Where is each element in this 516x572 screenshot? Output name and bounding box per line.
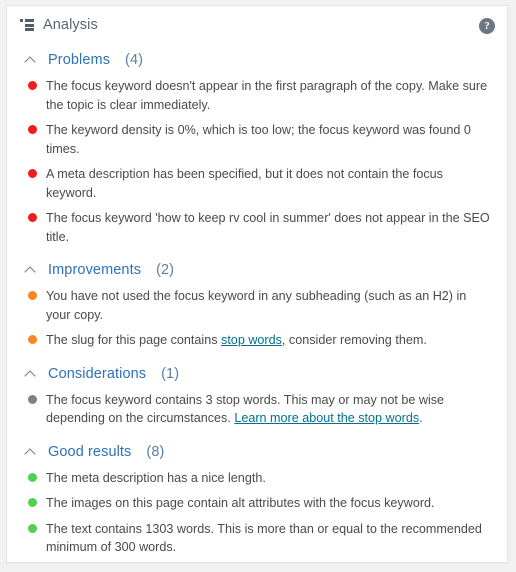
- list-item: A meta description has been specified, b…: [23, 162, 491, 206]
- chevron-up-icon[interactable]: [25, 54, 37, 66]
- list-item-text: You have not used the focus keyword in a…: [46, 289, 467, 322]
- status-bullet-icon: [28, 81, 37, 90]
- status-bullet-icon: [28, 169, 37, 178]
- section-header-good-results[interactable]: Good results (8): [23, 436, 491, 466]
- analysis-sections: Problems (4) The focus keyword doesn't app…: [7, 44, 507, 563]
- section-problems: Problems (4) The focus keyword doesn't app…: [23, 44, 491, 254]
- list-item: The keyword density is 0%, which is too …: [23, 118, 491, 162]
- page-title: Analysis: [43, 17, 98, 33]
- analysis-panel: Analysis ? Problems (4) The focus keyword …: [6, 5, 508, 563]
- section-count: (8): [146, 443, 165, 460]
- list-item: The meta description has a nice length.: [23, 466, 491, 492]
- section-title: Good results: [48, 443, 132, 460]
- panel-header-left: Analysis: [20, 17, 98, 33]
- section-title: Problems: [48, 52, 111, 68]
- section-list-considerations: The focus keyword contains 3 stop words.…: [23, 388, 491, 436]
- list-item: The images on this page contain alt attr…: [23, 491, 491, 517]
- chevron-up-icon[interactable]: [25, 368, 37, 380]
- section-count: (4): [125, 52, 144, 68]
- help-circle-icon[interactable]: ?: [479, 18, 495, 34]
- inline-link[interactable]: Learn more about the stop words: [234, 411, 419, 425]
- list-item: You have not used the focus keyword in a…: [23, 284, 491, 328]
- section-title: Considerations: [48, 365, 147, 382]
- section-list-improvements: You have not used the focus keyword in a…: [23, 284, 491, 358]
- section-title: Improvements: [48, 262, 142, 278]
- status-bullet-icon: [28, 498, 37, 507]
- list-item-text: The meta description has a nice length.: [46, 470, 266, 485]
- section-header-problems[interactable]: Problems (4): [23, 44, 491, 74]
- section-header-considerations[interactable]: Considerations (1): [23, 358, 491, 388]
- list-item: The text contains 1303 words. This is mo…: [23, 517, 491, 561]
- list-item-text: The focus keyword contains 3 stop words.…: [46, 391, 491, 428]
- section-count: (2): [156, 262, 175, 278]
- list-item: The focus keyword contains 3 stop words.…: [23, 388, 491, 432]
- list-item: This page has 1 nofollowed outbound link…: [23, 561, 491, 563]
- list-item-text: The focus keyword doesn't appear in the …: [46, 79, 488, 112]
- list-item-text-after: .: [419, 411, 423, 425]
- chevron-up-icon[interactable]: [25, 264, 37, 276]
- status-bullet-icon: [28, 291, 37, 300]
- status-bullet-icon: [28, 125, 37, 134]
- list-item-text: The keyword density is 0%, which is too …: [46, 123, 471, 156]
- section-list-good-results: The meta description has a nice length. T…: [23, 466, 491, 563]
- status-bullet-icon: [28, 523, 37, 533]
- section-list-problems: The focus keyword doesn't appear in the …: [23, 74, 491, 254]
- list-item-text: The slug for this page contains stop wor…: [46, 331, 427, 350]
- list-item: The slug for this page contains stop wor…: [23, 328, 491, 354]
- panel-header: Analysis ?: [7, 6, 507, 44]
- status-bullet-icon: [28, 394, 37, 404]
- list-item-text: The text contains 1303 words. This is mo…: [46, 521, 482, 555]
- status-bullet-icon: [28, 472, 37, 482]
- section-improvements: Improvements (2) You have not used the foc…: [23, 254, 491, 358]
- list-item-text: A meta description has been specified, b…: [46, 167, 443, 200]
- list-item-text-before: The slug for this page contains: [46, 333, 222, 347]
- list-item: The focus keyword 'how to keep rv cool i…: [23, 206, 491, 250]
- inline-link[interactable]: stop words: [221, 333, 282, 347]
- list-item-text: The images on this page contain alt attr…: [46, 496, 435, 510]
- section-good-results: Good results (8) The meta description has …: [23, 436, 491, 563]
- status-bullet-icon: [28, 213, 37, 222]
- list-item-text-after: , consider removing them.: [281, 333, 427, 347]
- section-header-improvements[interactable]: Improvements (2): [23, 254, 491, 284]
- section-considerations: Considerations (1) The focus keyword conta…: [23, 358, 491, 436]
- list-item-text: The focus keyword 'how to keep rv cool i…: [46, 211, 490, 244]
- chevron-up-icon[interactable]: [25, 446, 37, 458]
- list-item: The focus keyword doesn't appear in the …: [23, 74, 491, 118]
- list-icon: [20, 19, 34, 31]
- status-bullet-icon: [28, 335, 37, 344]
- section-count: (1): [161, 365, 180, 382]
